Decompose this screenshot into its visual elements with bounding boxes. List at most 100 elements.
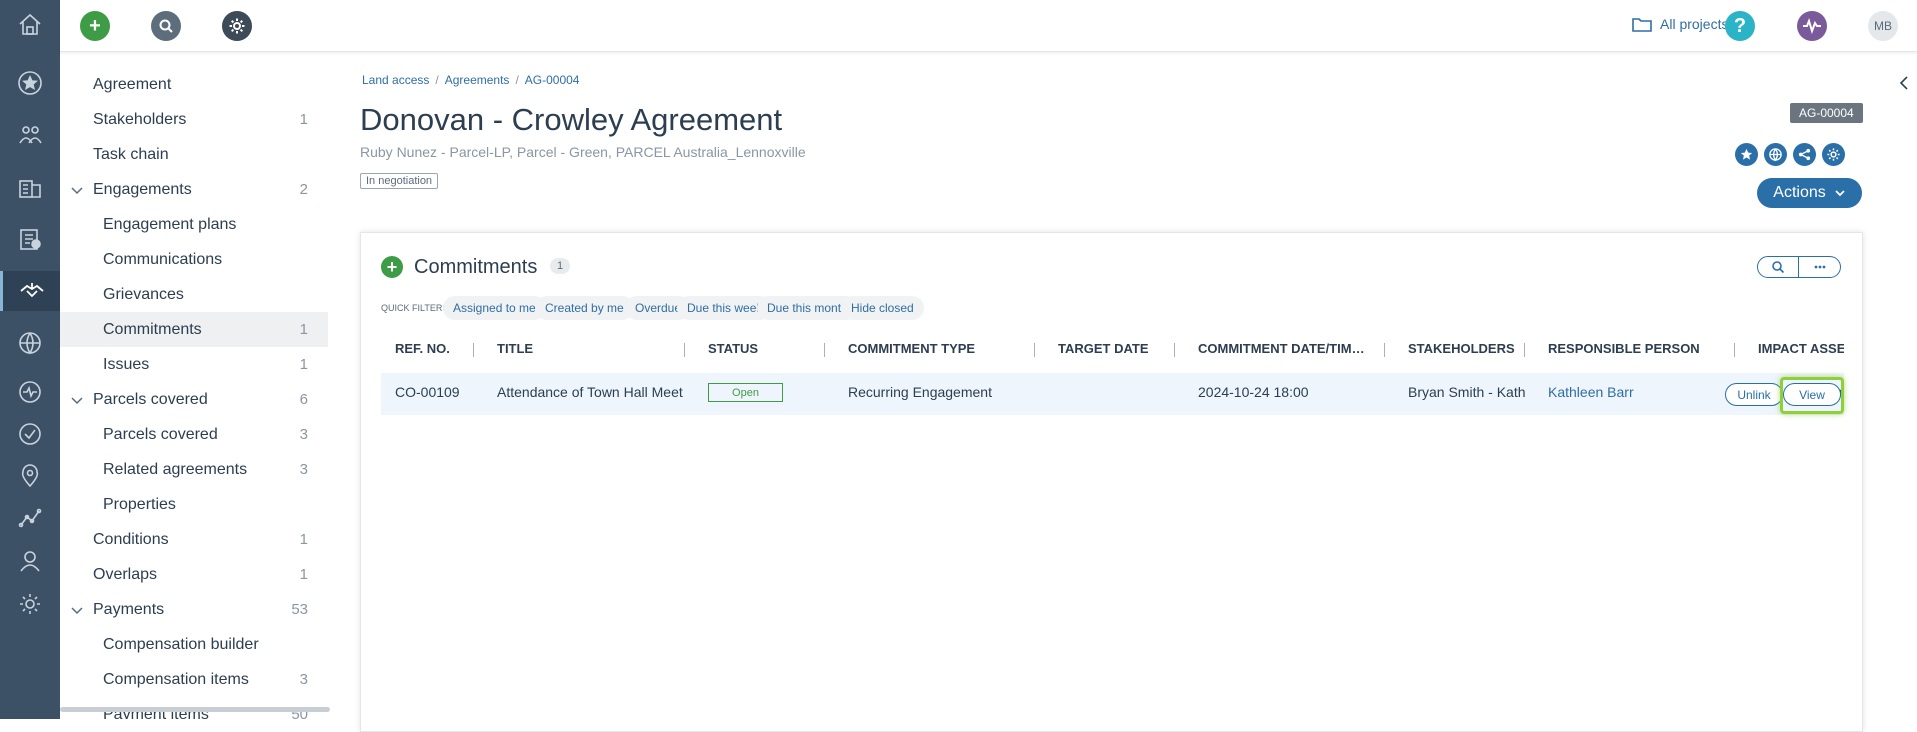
nav-issues[interactable]: Issues 1 (60, 347, 328, 382)
column-resizer[interactable] (1524, 343, 1525, 357)
chevron-down-icon[interactable] (70, 603, 84, 617)
filter-assigned-to-me[interactable]: Assigned to me (443, 296, 546, 320)
documents-icon[interactable] (0, 219, 60, 259)
person-icon[interactable] (0, 541, 60, 581)
column-resizer[interactable] (1034, 343, 1035, 357)
nav-parcels-covered-group[interactable]: Parcels covered 6 (60, 382, 328, 417)
quick-filters-label: QUICK FILTERS: (381, 303, 451, 313)
nav-compensation-builder[interactable]: Compensation builder (60, 627, 328, 662)
column-header-target-date[interactable]: TARGET DATE (1058, 341, 1149, 356)
nav-label: Properties (103, 495, 176, 513)
gear-icon[interactable] (1822, 143, 1845, 166)
column-header-ref[interactable]: REF. NO. (395, 341, 450, 356)
pulse-icon[interactable] (0, 372, 60, 412)
nav-count: 3 (299, 671, 308, 688)
actions-button[interactable]: Actions (1757, 178, 1862, 208)
activity-button[interactable] (1797, 11, 1827, 41)
column-header-title[interactable]: TITLE (497, 341, 533, 356)
user-avatar[interactable]: MB (1868, 11, 1898, 41)
column-resizer[interactable] (1734, 343, 1735, 357)
settings-button[interactable] (222, 11, 252, 41)
star-icon[interactable] (0, 63, 60, 103)
nav-payments[interactable]: Payments 53 (60, 592, 328, 627)
nav-stakeholders[interactable]: Stakeholders 1 (60, 102, 328, 137)
nav-related-agreements[interactable]: Related agreements 3 (60, 452, 328, 487)
cell-commitment-date: 2024-10-24 18:00 (1198, 384, 1309, 400)
check-icon[interactable] (0, 414, 60, 454)
breadcrumb-land-access[interactable]: Land access (362, 73, 429, 87)
nav-label: Stakeholders (93, 110, 187, 128)
collapse-panel-icon[interactable] (1897, 74, 1911, 92)
nav-agreement[interactable]: Agreement (60, 67, 328, 102)
nav-engagements[interactable]: Engagements 2 (60, 172, 328, 207)
chevron-down-icon[interactable] (70, 393, 84, 407)
responsible-person-link[interactable]: Kathleen Barr (1548, 384, 1634, 400)
location-icon[interactable] (0, 456, 60, 496)
column-resizer[interactable] (684, 343, 685, 357)
column-resizer[interactable] (1174, 343, 1175, 357)
help-icon: ? (1733, 14, 1747, 37)
chevron-down-icon (1835, 190, 1845, 197)
nav-commitments[interactable]: Commitments 1 (60, 312, 328, 347)
cell-status-badge: Open (708, 383, 783, 402)
nav-properties[interactable]: Properties (60, 487, 328, 522)
more-icon (1814, 265, 1825, 269)
nav-conditions[interactable]: Conditions 1 (60, 522, 328, 557)
share-icon[interactable] (1793, 143, 1816, 166)
top-bar: + All projects ? MB (60, 0, 1917, 52)
panel-title: Commitments (414, 256, 538, 278)
handshake-icon[interactable] (0, 271, 60, 311)
column-header-stakeholders[interactable]: STAKEHOLDERS (1408, 341, 1515, 356)
nav-label: Engagement plans (103, 215, 237, 233)
home-icon[interactable] (0, 4, 60, 44)
column-resizer[interactable] (1384, 343, 1385, 357)
column-resizer[interactable] (473, 343, 474, 357)
header-actions (1735, 143, 1845, 166)
breadcrumb-separator: / (435, 73, 439, 87)
chevron-down-icon[interactable] (70, 183, 84, 197)
status-badge: In negotiation (360, 173, 439, 189)
breadcrumb-agreements[interactable]: Agreements (445, 73, 510, 87)
column-resizer[interactable] (824, 343, 825, 357)
help-button[interactable]: ? (1725, 11, 1755, 41)
search-button[interactable] (151, 11, 181, 41)
chart-icon[interactable] (0, 498, 60, 538)
column-header-status[interactable]: STATUS (708, 341, 758, 356)
nav-compensation-items[interactable]: Compensation items 3 (60, 662, 328, 697)
search-icon (159, 19, 173, 33)
add-button[interactable]: + (80, 11, 110, 41)
nav-engagement-plans[interactable]: Engagement plans (60, 207, 328, 242)
column-header-type[interactable]: COMMITMENT TYPE (848, 341, 975, 356)
nav-label: Related agreements (103, 460, 248, 478)
all-projects-link[interactable]: All projects (1632, 16, 1728, 32)
gear-icon (229, 18, 245, 34)
land-icon[interactable] (0, 167, 60, 207)
nav-task-chain[interactable]: Task chain (60, 137, 328, 172)
sidenav-scrollbar[interactable] (60, 707, 330, 712)
nav-communications[interactable]: Communications (60, 242, 328, 277)
column-header-impact[interactable]: IMPACT ASSE (1758, 341, 1844, 356)
globe-icon[interactable] (1764, 143, 1787, 166)
nav-label: Engagements (93, 180, 192, 198)
column-header-commitment-date[interactable]: COMMITMENT DATE/TIM… (1198, 341, 1378, 356)
reference-badge: AG-00004 (1790, 103, 1863, 123)
stakeholders-icon[interactable] (0, 115, 60, 155)
unlink-button[interactable]: Unlink (1725, 383, 1783, 406)
settings-icon[interactable] (0, 584, 60, 624)
nav-label: Compensation items (103, 670, 249, 688)
panel-count-badge: 1 (550, 258, 571, 274)
globe-icon[interactable] (0, 323, 60, 363)
filter-hide-closed[interactable]: Hide closed (841, 296, 924, 320)
user-initials: MB (1874, 19, 1892, 33)
nav-grievances[interactable]: Grievances (60, 277, 328, 312)
nav-parcels-covered[interactable]: Parcels covered 3 (60, 417, 328, 452)
search-button[interactable] (1757, 256, 1799, 278)
column-header-responsible[interactable]: RESPONSIBLE PERSON (1548, 341, 1700, 356)
more-options-button[interactable] (1799, 256, 1841, 278)
breadcrumb-current[interactable]: AG-00004 (525, 73, 580, 87)
nav-overlaps[interactable]: Overlaps 1 (60, 557, 328, 592)
favorite-icon[interactable] (1735, 143, 1758, 166)
filter-created-by-me[interactable]: Created by me (535, 296, 634, 320)
add-commitment-button[interactable]: + (381, 256, 403, 278)
nav-count: 3 (299, 426, 308, 443)
